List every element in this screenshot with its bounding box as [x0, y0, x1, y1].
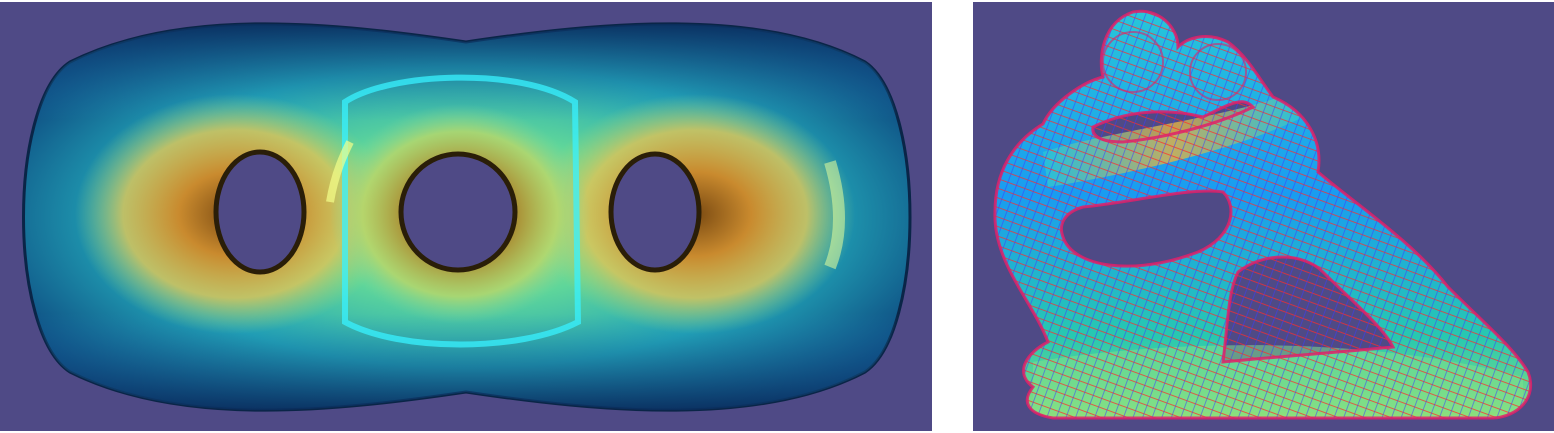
figure — [0, 0, 1554, 433]
right-render-panel — [973, 2, 1554, 431]
hole-center — [398, 151, 518, 273]
sculpture-mesh-render — [993, 9, 1533, 420]
genus3-surface-render — [22, 22, 912, 412]
sculpture-mesh — [993, 9, 1533, 420]
left-render-panel — [0, 2, 932, 431]
hole-left — [213, 149, 307, 275]
hole-right — [608, 151, 702, 273]
